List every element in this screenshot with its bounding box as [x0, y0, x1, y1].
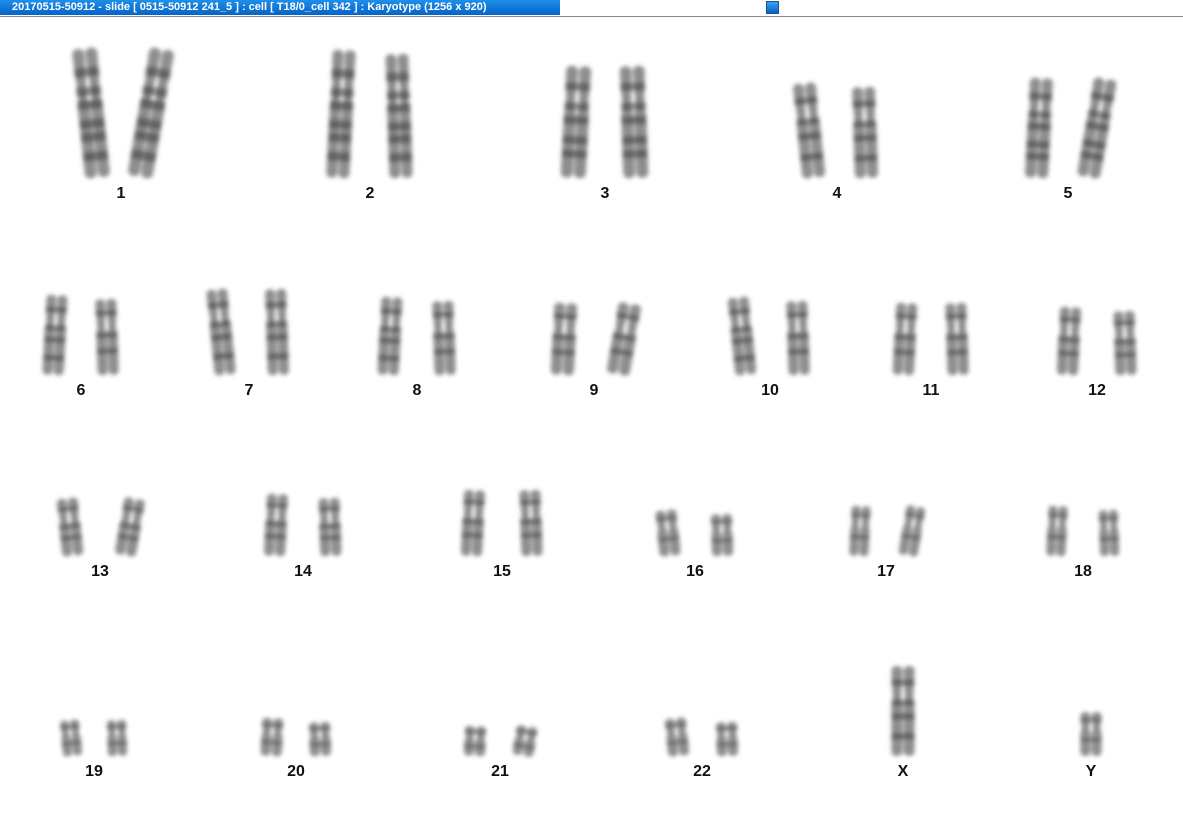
chromosome-pair-y[interactable]	[1080, 712, 1102, 756]
chromosome-pair-10[interactable]	[727, 296, 810, 376]
karyogram-canvas: 1 2 3 4 56 7 8 9 10 11 1213 14 15 16 17 1819 20 21 22 X Y	[42, 47, 1137, 780]
chromatid	[619, 65, 649, 179]
chromatid	[72, 47, 110, 179]
chromosome-label-18: 18	[1074, 563, 1092, 580]
chromosome-pair-12[interactable]	[1056, 306, 1137, 376]
chromatid	[432, 300, 456, 376]
chromosome-pair-6[interactable]	[42, 294, 119, 376]
title-bar: 20170515-50912 - slide [ 0515-50912 241_…	[0, 0, 1183, 17]
chromatid	[786, 300, 810, 376]
chromosome-label-2: 2	[366, 185, 375, 202]
chromosome-pair-7[interactable]	[206, 288, 289, 376]
chromosome-label-3: 3	[601, 185, 610, 202]
chromatid	[59, 719, 83, 757]
chromosome-label-20: 20	[287, 763, 305, 780]
chromosome-pair-18[interactable]	[1046, 505, 1120, 557]
chromatid	[852, 86, 878, 179]
chromatid	[793, 82, 825, 179]
scrollbar-thumb[interactable]	[766, 1, 779, 14]
chromosome-label-19: 19	[85, 763, 103, 780]
chromatid	[550, 302, 578, 376]
chromosome-label-y: Y	[1086, 763, 1097, 780]
chromosome-pair-8[interactable]	[377, 296, 456, 376]
chromosome-label-21: 21	[491, 763, 509, 780]
chromatid	[265, 288, 289, 376]
chromosome-label-4: 4	[833, 185, 842, 202]
chromatid	[512, 725, 538, 757]
chromatid	[1077, 77, 1117, 179]
chromosome-pair-9[interactable]	[550, 302, 642, 377]
chromatid	[519, 489, 543, 557]
chromosome-pair-15[interactable]	[460, 489, 543, 557]
chromatid	[264, 493, 288, 557]
chromatid	[715, 721, 739, 757]
chromatid	[463, 725, 487, 757]
chromosome-pair-13[interactable]	[56, 497, 145, 558]
chromatid	[318, 497, 342, 557]
chromatid	[308, 721, 332, 757]
chromosome-label-5: 5	[1064, 185, 1073, 202]
chromatid	[115, 497, 145, 557]
chromatid	[95, 298, 119, 376]
chromatid	[849, 505, 871, 557]
chromatid	[655, 509, 681, 557]
chromosome-pair-4[interactable]	[793, 82, 879, 179]
chromosome-pair-21[interactable]	[463, 724, 538, 757]
chromosome-pair-5[interactable]	[1025, 77, 1117, 180]
chromatid	[460, 489, 486, 557]
chromatid	[727, 296, 757, 376]
chromatid	[1113, 310, 1137, 376]
chromosome-pair-16[interactable]	[655, 509, 734, 557]
chromosome-label-12: 12	[1088, 382, 1106, 399]
chromatid	[42, 294, 68, 376]
chromosome-pair-19[interactable]	[59, 719, 128, 757]
chromosome-label-13: 13	[91, 563, 109, 580]
chromatid	[945, 302, 969, 376]
chromosome-pair-20[interactable]	[260, 717, 332, 757]
chromosome-label-14: 14	[294, 563, 312, 580]
chromatid	[607, 302, 641, 376]
chromosome-label-22: 22	[693, 763, 711, 780]
chromatid	[1080, 712, 1102, 756]
chromatid	[1056, 306, 1082, 376]
chromatid	[1098, 509, 1120, 557]
chromosome-label-8: 8	[413, 382, 422, 399]
chromosome-pair-11[interactable]	[892, 302, 969, 376]
chromatid	[106, 719, 128, 757]
chromosome-label-11: 11	[923, 382, 940, 399]
chromosome-label-x: X	[898, 763, 909, 780]
chromosome-label-10: 10	[761, 382, 779, 399]
chromatid	[377, 296, 403, 376]
chromatid	[710, 513, 734, 557]
chromosome-label-17: 17	[877, 563, 895, 580]
chromatid	[385, 53, 413, 179]
chromatid	[1046, 505, 1068, 557]
chromatid	[1025, 77, 1053, 179]
chromosome-pair-14[interactable]	[264, 493, 342, 557]
chromosome-pair-3[interactable]	[560, 65, 649, 179]
chromatid	[326, 49, 356, 179]
chromatid	[56, 497, 84, 557]
chromosome-label-16: 16	[686, 563, 704, 580]
chromosome-pair-1[interactable]	[72, 47, 175, 179]
chromosome-label-9: 9	[590, 382, 599, 399]
chromosome-label-15: 15	[493, 563, 511, 580]
chromatid	[128, 47, 174, 179]
chromosome-pair-x[interactable]	[891, 666, 915, 756]
chromatid	[260, 717, 284, 757]
chromatid	[664, 717, 690, 757]
chromosome-label-7: 7	[245, 382, 254, 399]
chromosome-pair-22[interactable]	[664, 717, 739, 757]
chromosome-pair-17[interactable]	[849, 505, 926, 558]
chromosome-label-6: 6	[77, 382, 86, 399]
chromatid	[560, 65, 592, 179]
chromatid	[891, 666, 915, 756]
chromatid	[892, 302, 918, 376]
chromosome-pair-2[interactable]	[326, 49, 413, 179]
chromosome-label-1: 1	[117, 185, 126, 202]
window-title: 20170515-50912 - slide [ 0515-50912 241_…	[0, 0, 560, 15]
chromatid	[206, 288, 236, 376]
chromatid	[898, 505, 926, 557]
